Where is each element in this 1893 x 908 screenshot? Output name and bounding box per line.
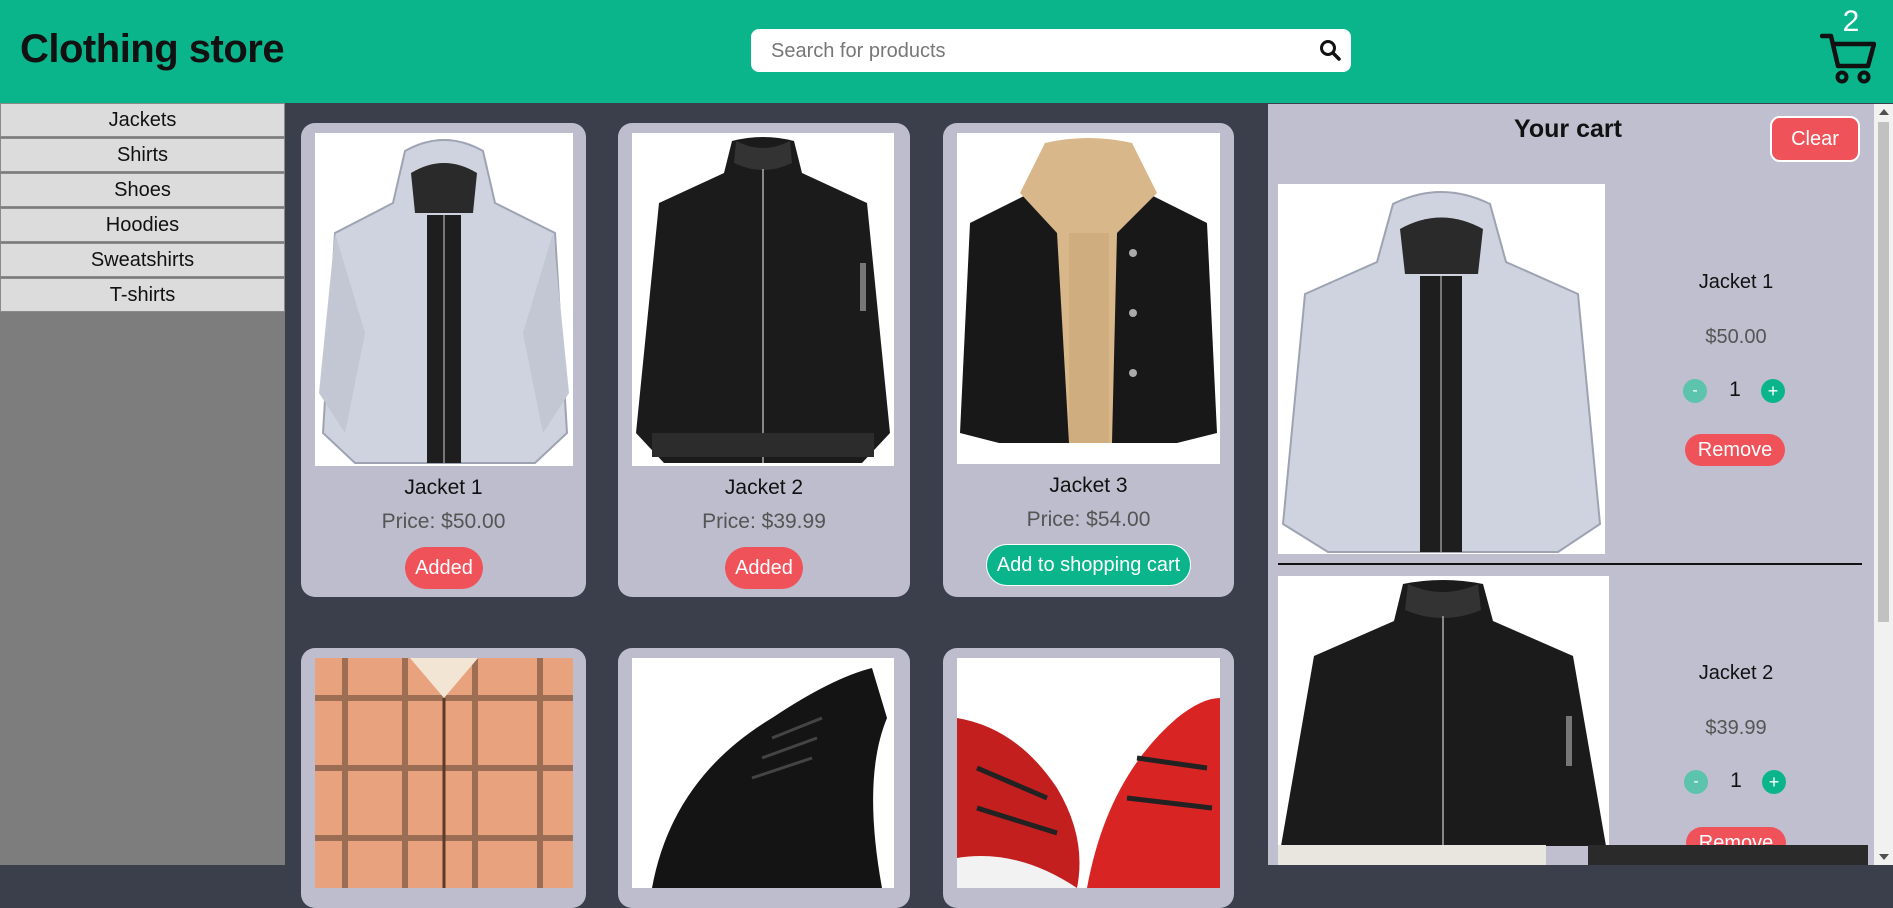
cart-item-quantity: 1 [1730, 769, 1742, 792]
cart-item-image-partial [1278, 845, 1546, 865]
cart-item-divider [1278, 563, 1862, 565]
product-image[interactable] [315, 658, 573, 888]
product-image[interactable] [957, 658, 1220, 888]
black-sherpa-jacket-image [960, 138, 1217, 443]
category-sidebar: Jackets Shirts Shoes Hoodies Sweatshirts… [0, 103, 285, 865]
light-grey-jacket-image [1281, 191, 1602, 553]
product-image[interactable] [315, 133, 573, 466]
cart-item-image [1278, 184, 1605, 554]
product-card: Jacket 2 Price: $39.99 Added [618, 123, 910, 597]
shopping-cart-icon[interactable] [1820, 30, 1876, 84]
red-running-shoes-image [957, 698, 1220, 888]
product-price: Price: $39.99 [702, 510, 826, 533]
product-name: Jacket 1 [404, 476, 483, 499]
category-shirts[interactable]: Shirts [0, 138, 285, 172]
scroll-thumb[interactable] [1878, 122, 1889, 622]
added-button[interactable]: Added [725, 547, 803, 589]
increase-quantity-button[interactable]: + [1762, 770, 1786, 794]
light-grey-jacket-image [319, 139, 569, 464]
cart-item-price: $50.00 [1705, 326, 1767, 348]
product-card [618, 648, 910, 908]
scroll-down-arrow-icon[interactable] [1879, 854, 1889, 860]
cart-item-price: $39.99 [1705, 717, 1767, 739]
search-input[interactable] [769, 29, 1313, 74]
product-card [301, 648, 586, 908]
product-image[interactable] [632, 658, 894, 888]
cart-scrollbar[interactable] [1874, 104, 1893, 865]
black-sneaker-image [652, 668, 887, 888]
cart-panel: Your cart Clear Jacket 1 $50.00 - 1 + Re… [1268, 104, 1874, 865]
decrease-quantity-button[interactable]: - [1684, 770, 1708, 794]
category-hoodies[interactable]: Hoodies [0, 208, 285, 242]
product-price: Price: $50.00 [381, 510, 506, 533]
cart-item-image [1278, 576, 1609, 846]
category-shoes[interactable]: Shoes [0, 173, 285, 207]
cart-item-name: Jacket 1 [1698, 271, 1774, 293]
cart-item-name: Jacket 2 [1698, 662, 1774, 684]
black-bomber-jacket-image [1281, 580, 1606, 846]
search-bar[interactable] [751, 29, 1351, 74]
product-image[interactable] [957, 133, 1220, 464]
increase-quantity-button[interactable]: + [1761, 379, 1785, 403]
product-name: Jacket 2 [724, 476, 804, 499]
decrease-quantity-button[interactable]: - [1683, 379, 1707, 403]
product-name: Jacket 3 [1049, 474, 1128, 497]
product-card [943, 648, 1234, 908]
plaid-shirt-image [315, 658, 573, 888]
cart-item-quantity: 1 [1729, 378, 1741, 401]
clear-cart-button[interactable]: Clear [1770, 116, 1860, 162]
remove-item-button[interactable]: Remove [1685, 434, 1785, 466]
category-jackets[interactable]: Jackets [0, 103, 285, 137]
search-icon[interactable] [1319, 39, 1341, 61]
product-card: Jacket 1 Price: $50.00 Added [301, 123, 586, 597]
added-button[interactable]: Added [405, 547, 483, 589]
header: Clothing store 2 [0, 0, 1893, 103]
add-to-cart-button[interactable]: Add to shopping cart [986, 544, 1191, 586]
cart-item-image-partial [1588, 845, 1868, 865]
store-logo[interactable]: Clothing store [20, 27, 285, 72]
black-bomber-jacket-image [636, 137, 890, 463]
category-tshirts[interactable]: T-shirts [0, 278, 285, 312]
product-price: Price: $54.00 [1026, 508, 1151, 531]
product-card: Jacket 3 Price: $54.00 Add to shopping c… [943, 123, 1234, 597]
product-image[interactable] [632, 133, 894, 466]
category-sweatshirts[interactable]: Sweatshirts [0, 243, 285, 277]
scroll-up-arrow-icon[interactable] [1879, 109, 1889, 115]
